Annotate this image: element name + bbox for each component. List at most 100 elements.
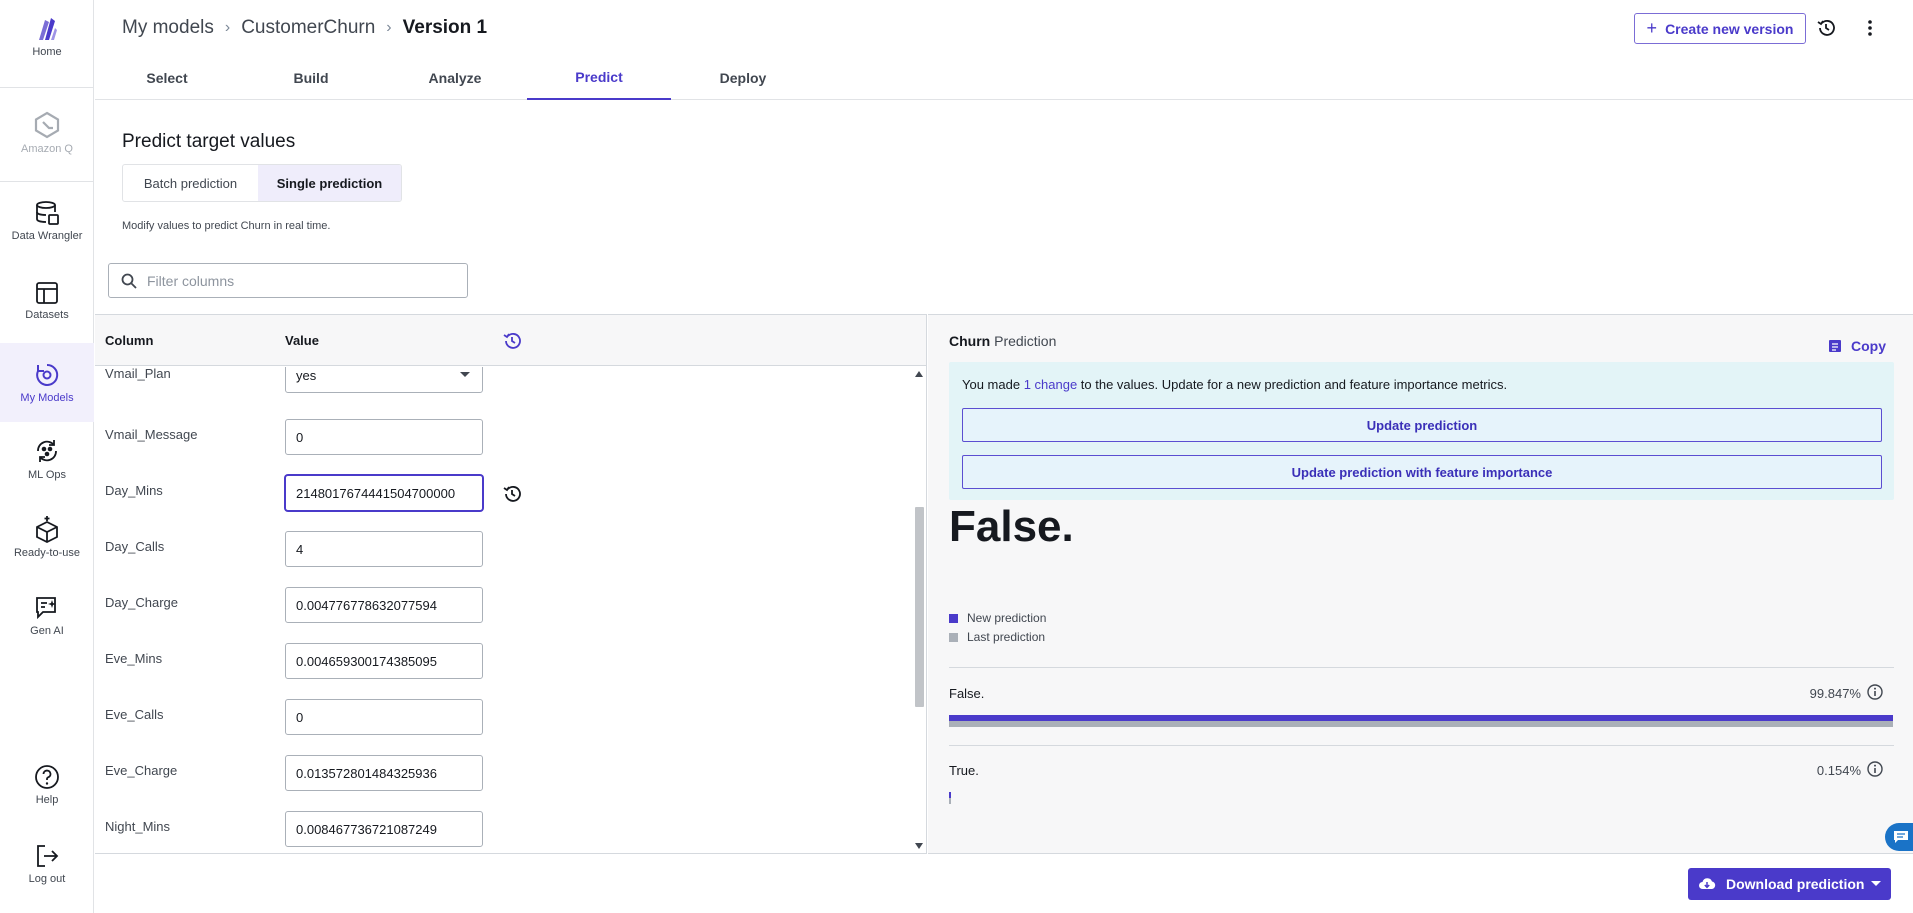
section-title: Predict target values: [122, 131, 296, 152]
workflow-tabs: Select Build Analyze Predict Deploy: [95, 56, 1913, 100]
nav-datasets[interactable]: Datasets: [0, 281, 94, 321]
table-row: Eve_Charge 0.013572801484325936: [95, 745, 913, 801]
nav-log-out-label: Log out: [28, 873, 66, 885]
create-new-version-button[interactable]: + Create new version: [1634, 13, 1806, 44]
info-icon[interactable]: [1867, 761, 1883, 777]
search-icon: [121, 273, 137, 289]
amazon-q-icon: [34, 111, 60, 139]
table-row: Night_Mins 0.008467736721087249: [95, 801, 913, 853]
nav-log-out[interactable]: Log out: [0, 843, 94, 885]
nav-datasets-label: Datasets: [25, 309, 69, 321]
chat-sparkle-icon: [36, 597, 56, 620]
helper-text: Modify values to predict Churn in real t…: [122, 220, 331, 232]
reset-all-history-icon[interactable]: [502, 331, 522, 351]
scroll-down-icon[interactable]: [915, 843, 923, 849]
nav-my-models[interactable]: My Models: [0, 343, 94, 422]
version-history-button[interactable]: [1814, 16, 1838, 40]
tab-deploy[interactable]: Deploy: [671, 56, 815, 99]
page-header: My models › CustomerChurn › Version 1 + …: [95, 0, 1913, 56]
breadcrumb-my-models[interactable]: My models: [122, 17, 214, 39]
class-label-false: False.: [949, 686, 985, 701]
table-row: Eve_Calls 0: [95, 689, 913, 745]
filter-columns-input[interactable]: [147, 272, 447, 289]
value-header: Value: [285, 333, 319, 348]
prediction-title-suffix: Prediction: [994, 333, 1057, 349]
update-prediction-feature-importance-button[interactable]: Update prediction with feature importanc…: [962, 455, 1882, 489]
value-select[interactable]: yes: [285, 367, 483, 393]
nav-gen-ai[interactable]: Gen AI: [0, 595, 94, 637]
table-scrollbar[interactable]: [912, 367, 926, 853]
breadcrumb: My models › CustomerChurn › Version 1: [122, 17, 487, 39]
prediction-legend: New prediction Last prediction: [949, 611, 1046, 649]
nav-ready-to-use[interactable]: Ready-to-use: [0, 515, 94, 559]
tab-build[interactable]: Build: [239, 56, 383, 99]
row-column-name: Vmail_Plan: [105, 367, 171, 381]
download-prediction-button[interactable]: Download prediction: [1688, 868, 1891, 900]
legend-last: Last prediction: [949, 630, 1046, 644]
value-input[interactable]: 0: [285, 419, 483, 455]
value-input[interactable]: 0.004659300174385095: [285, 643, 483, 679]
copy-document-icon: [1829, 340, 1841, 352]
row-column-name: Day_Calls: [105, 539, 165, 554]
value-input[interactable]: 0.004776778632077594: [285, 587, 483, 623]
cloud-download-icon: [1699, 878, 1716, 889]
changes-link[interactable]: 1 change: [1024, 377, 1078, 392]
nav-data-wrangler-label: Data Wrangler: [11, 230, 83, 242]
tab-select[interactable]: Select: [95, 56, 239, 99]
ml-ops-icon: [37, 440, 57, 462]
breadcrumb-model[interactable]: CustomerChurn: [241, 17, 375, 39]
bottom-action-bar: Download prediction: [95, 855, 1913, 913]
nav-ml-ops[interactable]: ML Ops: [0, 437, 94, 481]
chat-feedback-button[interactable]: [1885, 823, 1913, 851]
column-header: Column: [105, 333, 154, 348]
nav-home-label: Home: [32, 46, 62, 58]
nav-help[interactable]: Help: [0, 764, 94, 806]
table-row: Day_Mins 2148017674441504700000: [95, 465, 913, 521]
scroll-up-icon[interactable]: [915, 371, 923, 377]
nav-home[interactable]: Home: [0, 16, 94, 58]
tab-analyze[interactable]: Analyze: [383, 56, 527, 99]
divider: [949, 745, 1894, 746]
nav-gen-ai-label: Gen AI: [30, 625, 64, 637]
notice-suffix: to the values. Update for a new predicti…: [1077, 377, 1508, 392]
box-icon: [36, 516, 58, 543]
update-notice: You made 1 change to the values. Update …: [949, 362, 1894, 500]
nav-data-wrangler[interactable]: Data Wrangler: [0, 200, 94, 242]
info-icon[interactable]: [1867, 684, 1883, 700]
help-icon: [35, 765, 59, 789]
table-row: Vmail_Plan yes: [95, 367, 913, 413]
table-rows: Vmail_Plan yes Vmail_Message 0 Day_Mins …: [95, 367, 913, 853]
legend-last-label: Last prediction: [967, 630, 1046, 644]
batch-prediction-button[interactable]: Batch prediction: [123, 165, 258, 201]
plus-icon: +: [1646, 18, 1658, 38]
single-prediction-button[interactable]: Single prediction: [258, 165, 401, 201]
table-header: Column Value: [95, 315, 926, 366]
row-column-name: Eve_Calls: [105, 707, 164, 722]
value-input[interactable]: 0.013572801484325936: [285, 755, 483, 791]
value-input[interactable]: 4: [285, 531, 483, 567]
history-icon: [1817, 20, 1835, 36]
caret-down-icon[interactable]: [1871, 881, 1881, 886]
table-row: Vmail_Message 0: [95, 409, 913, 465]
more-options-button[interactable]: [1858, 16, 1882, 40]
update-prediction-button[interactable]: Update prediction: [962, 408, 1882, 442]
value-select-text: yes: [296, 367, 317, 383]
nav-amazon-q[interactable]: Amazon Q: [0, 111, 94, 155]
legend-new: New prediction: [949, 611, 1046, 625]
prediction-title: Churn Prediction: [949, 333, 1056, 349]
value-input[interactable]: 2148017674441504700000: [285, 475, 483, 511]
chat-bubble-icon: [1894, 831, 1908, 843]
copy-button[interactable]: Copy: [1828, 338, 1886, 354]
nav-ready-to-use-label: Ready-to-use: [13, 547, 81, 559]
last-prediction-bar-false: [949, 721, 1893, 727]
tab-predict[interactable]: Predict: [527, 56, 671, 100]
prediction-target: Churn: [949, 333, 991, 349]
scrollbar-thumb[interactable]: [915, 507, 924, 707]
download-prediction-label: Download prediction: [1726, 876, 1865, 892]
copy-label: Copy: [1851, 338, 1886, 354]
legend-new-label: New prediction: [967, 611, 1047, 625]
reset-value-history-icon[interactable]: [502, 484, 522, 504]
notice-text: You made 1 change to the values. Update …: [962, 377, 1507, 392]
value-input[interactable]: 0.008467736721087249: [285, 811, 483, 847]
value-input[interactable]: 0: [285, 699, 483, 735]
